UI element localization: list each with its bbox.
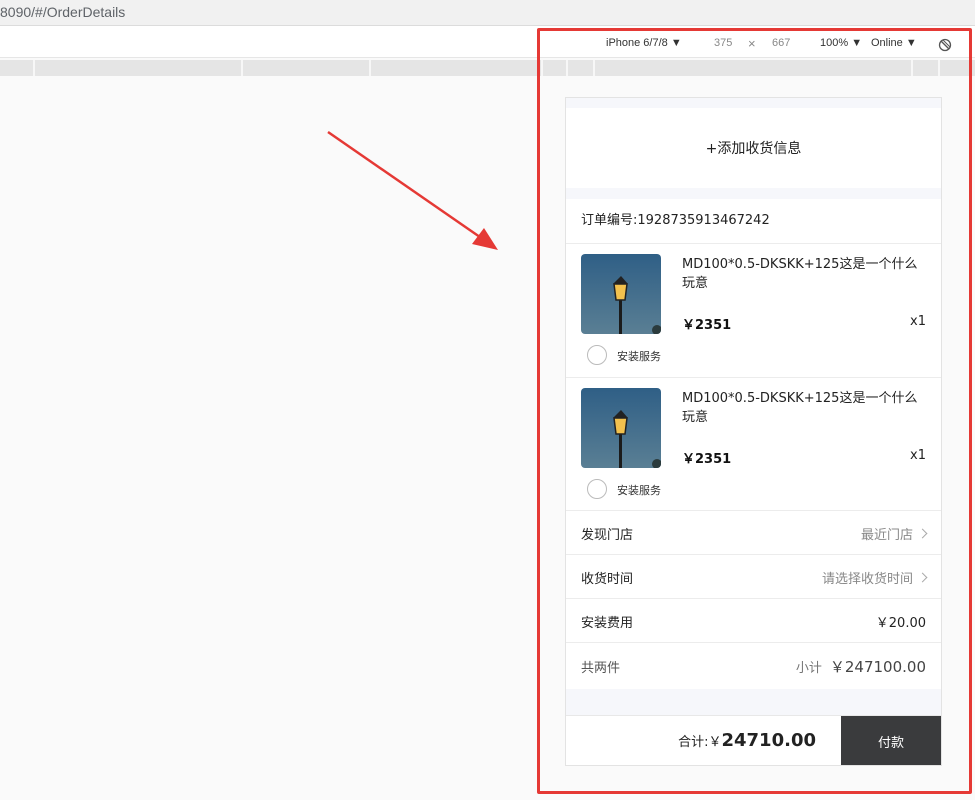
subtotal-value: ￥247100.00	[829, 657, 926, 676]
network-throttle-select[interactable]: Online ▼	[871, 37, 917, 49]
ruler-tick	[911, 60, 913, 76]
product-quantity: x1	[910, 448, 926, 463]
install-fee-row: 安装费用 ￥20.00	[566, 599, 941, 643]
address-bar[interactable]	[0, 0, 975, 26]
delivery-time-label: 收货时间	[581, 571, 634, 587]
store-label: 发现门店	[581, 527, 634, 543]
subtotal-label: 小计	[795, 660, 822, 676]
zoom-select[interactable]: 100% ▼	[820, 37, 862, 49]
ruler-tick	[33, 60, 35, 76]
install-fee-value: ￥20.00	[875, 615, 926, 631]
ruler-tick	[369, 60, 371, 76]
annotation-arrow-icon	[327, 130, 498, 250]
order-item: MD100*0.5-DKSKK+125这是一个什么玩意 ￥2351 x1 安装服…	[566, 244, 941, 377]
dimension-separator: ×	[748, 36, 756, 51]
viewport-height-input[interactable]: 667	[772, 37, 790, 49]
url-text[interactable]: 8090/#/OrderDetails	[0, 4, 125, 20]
chevron-right-icon	[917, 572, 928, 582]
ruler-tick	[593, 60, 595, 76]
order-number: 订单编号:1928735913467242	[566, 199, 941, 243]
summary-row: 共两件 小计 ￥247100.00	[566, 643, 941, 689]
ruler-tick	[241, 60, 243, 76]
install-service-label: 安装服务	[617, 484, 661, 497]
pay-button[interactable]: 付款	[841, 716, 941, 765]
store-value-text: 最近门店	[860, 527, 913, 543]
store-value: 最近门店	[860, 524, 928, 543]
install-service-radio[interactable]	[587, 479, 607, 499]
viewport-width-input[interactable]: 375	[714, 37, 732, 49]
checkout-bar: 合计:￥24710.00 付款	[566, 715, 941, 765]
delivery-time-value: 请选择收货时间	[821, 568, 928, 587]
ruler-tick	[938, 60, 940, 76]
ruler-tick	[541, 60, 543, 76]
total-label: 合计:￥	[678, 735, 722, 750]
product-name: MD100*0.5-DKSKK+125这是一个什么玩意	[682, 257, 918, 291]
delivery-time-row[interactable]: 收货时间 请选择收货时间	[566, 555, 941, 599]
install-service-label: 安装服务	[617, 350, 661, 363]
add-address-label: +添加收货信息	[705, 141, 802, 157]
product-thumbnail[interactable]	[581, 254, 661, 334]
rotate-icon[interactable]	[938, 37, 952, 52]
mobile-viewport: +添加收货信息 订单编号:1928735913467242 MD100*0.5-…	[565, 97, 942, 766]
install-fee-label: 安装费用	[581, 615, 634, 631]
product-thumbnail[interactable]	[581, 388, 661, 468]
product-price: ￥2351	[682, 318, 732, 333]
store-row[interactable]: 发现门店 最近门店	[566, 511, 941, 555]
chevron-right-icon	[917, 528, 928, 538]
subtotal: 小计 ￥247100.00	[796, 656, 926, 677]
media-query-ruler	[0, 60, 975, 76]
ruler-tick	[566, 60, 568, 76]
product-price: ￥2351	[682, 452, 732, 467]
total: 合计:￥24710.00	[678, 730, 816, 751]
product-name: MD100*0.5-DKSKK+125这是一个什么玩意	[682, 391, 918, 425]
device-select[interactable]: iPhone 6/7/8 ▼	[606, 37, 682, 49]
total-value: 24710.00	[721, 730, 816, 751]
item-count-label: 共两件	[581, 660, 621, 676]
order-item: MD100*0.5-DKSKK+125这是一个什么玩意 ￥2351 x1 安装服…	[566, 378, 941, 511]
install-service-radio[interactable]	[587, 345, 607, 365]
add-address-button[interactable]: +添加收货信息	[566, 108, 941, 188]
product-quantity: x1	[910, 314, 926, 329]
delivery-time-value-text: 请选择收货时间	[821, 571, 913, 587]
